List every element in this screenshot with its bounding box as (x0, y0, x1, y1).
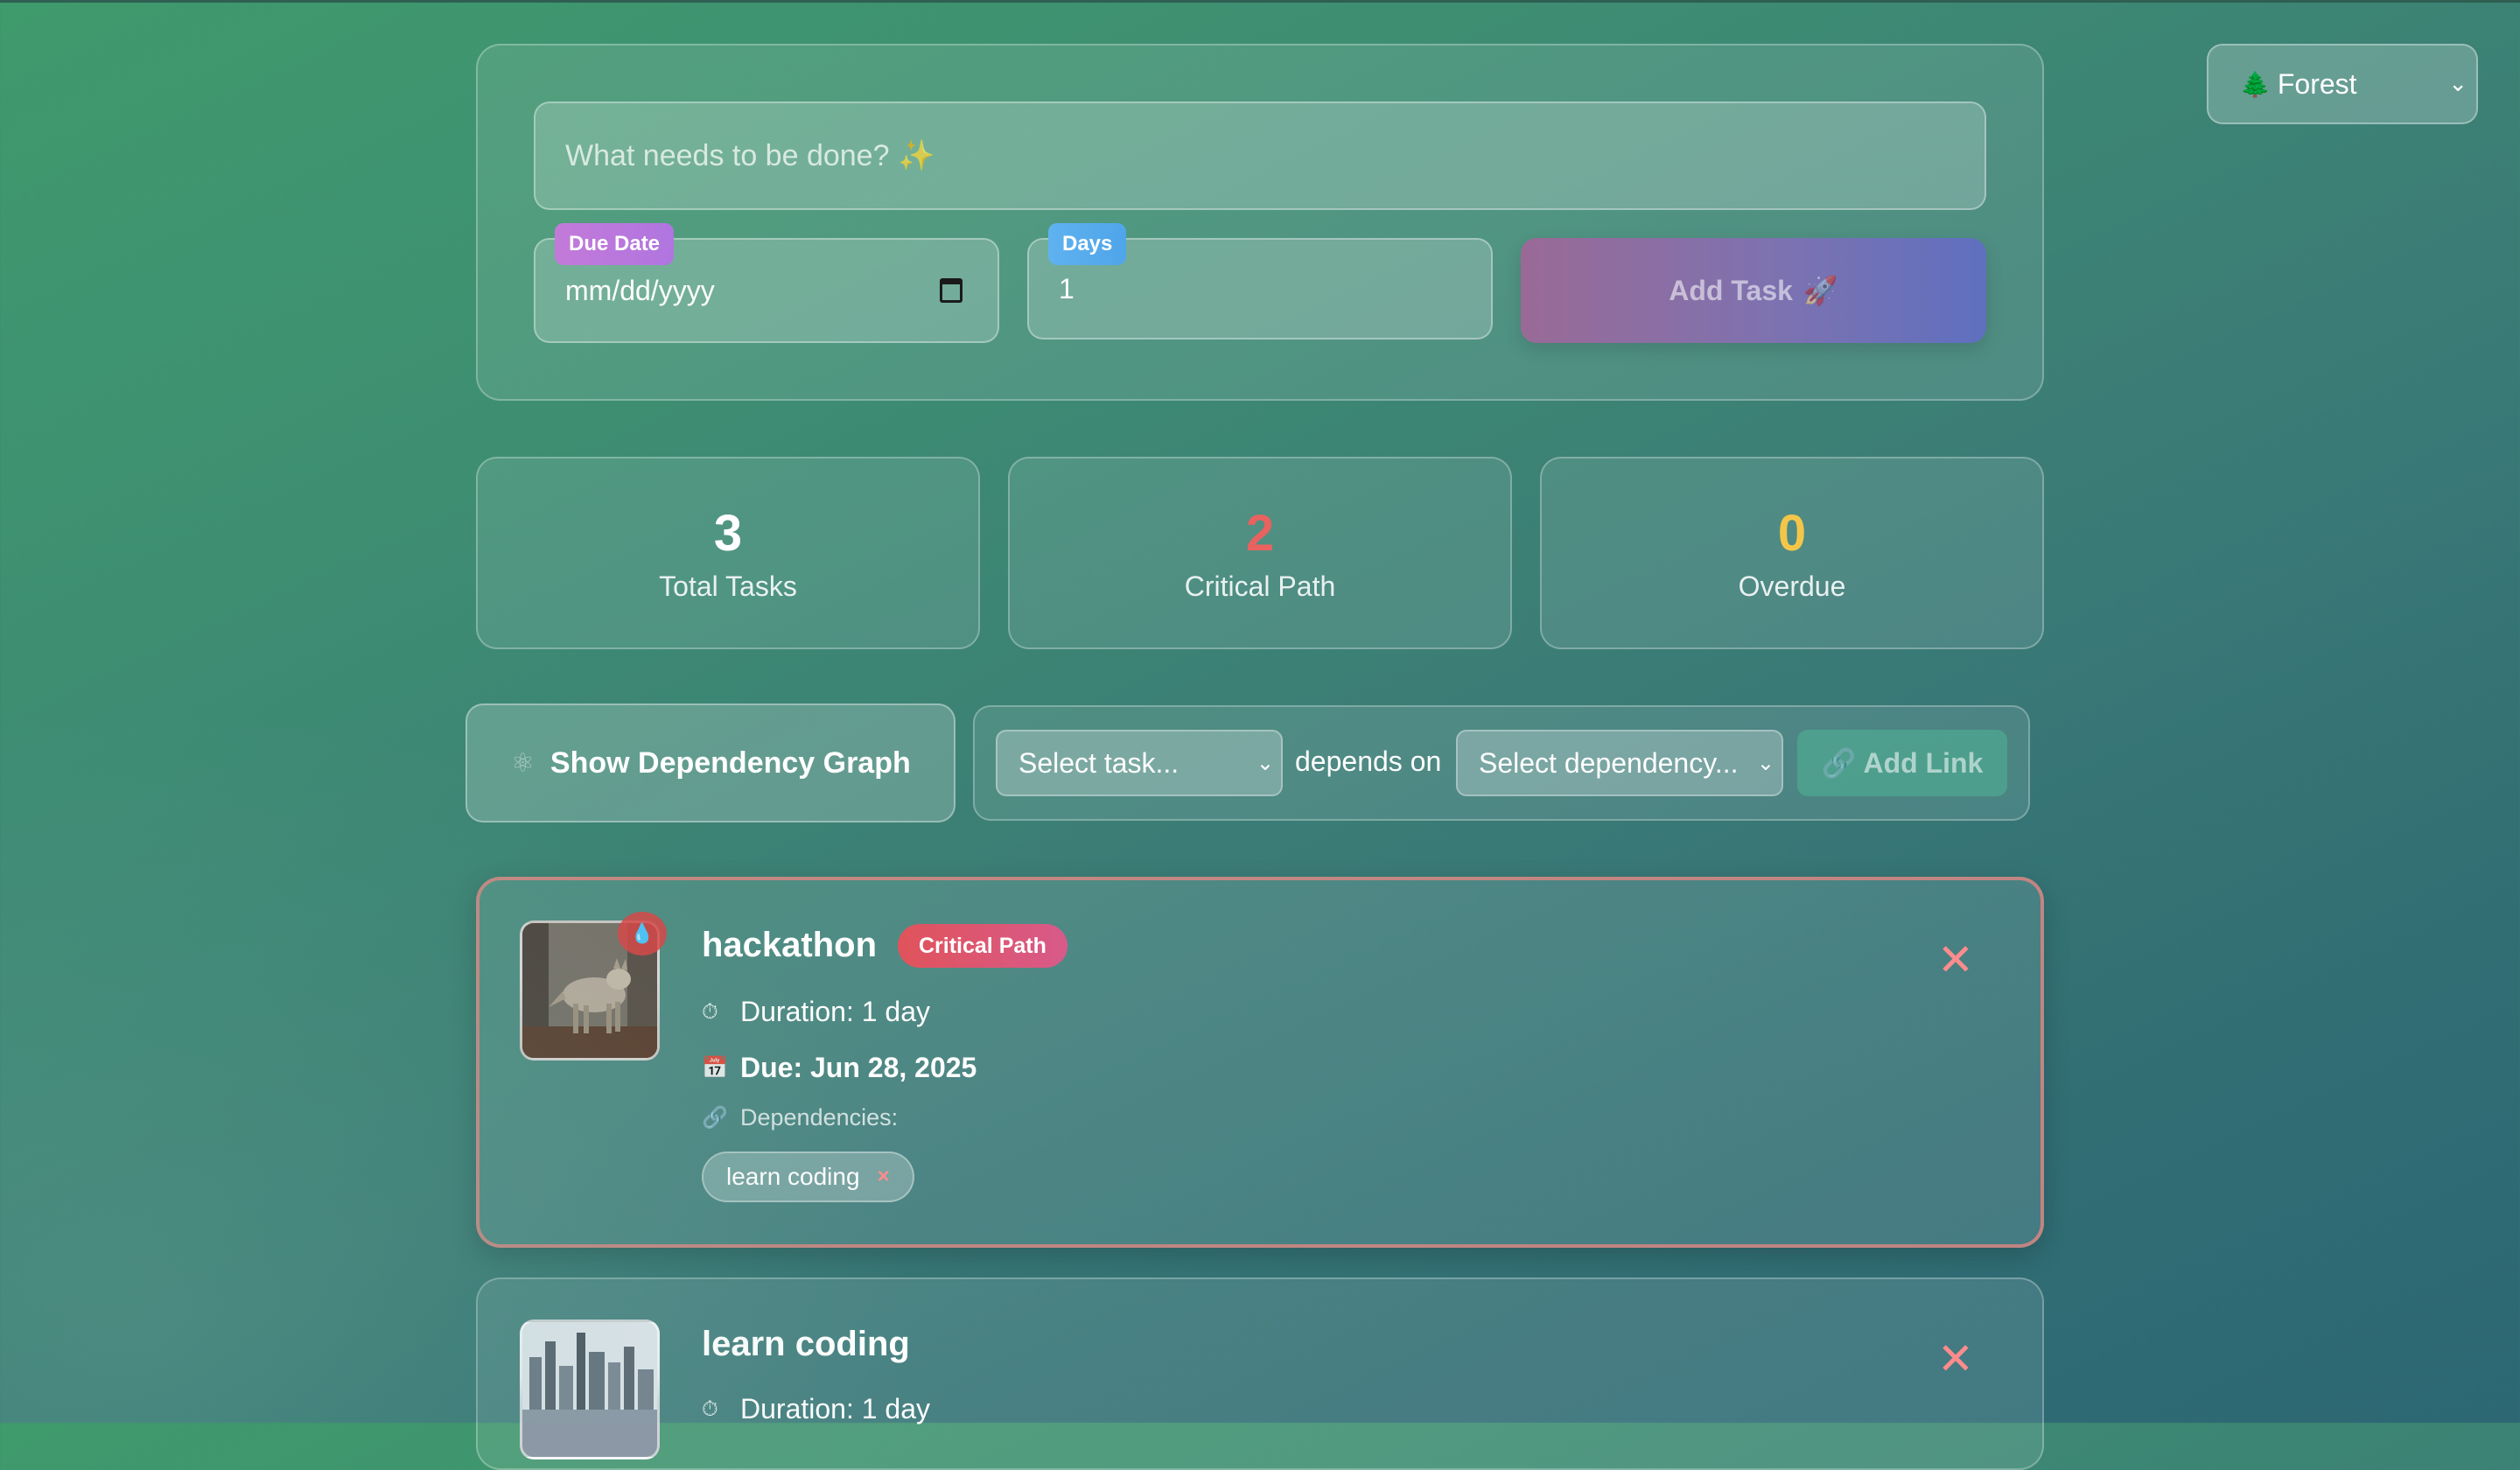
stat-label: Total Tasks (659, 570, 797, 602)
task-due-text: Due: Jun 28, 2025 (740, 1052, 977, 1083)
task-due-date: 📅 Due: Jun 28, 2025 (702, 1052, 976, 1084)
chevron-down-icon: ⌄ (1756, 752, 1774, 775)
task-title-input[interactable]: What needs to be done? ✨ (534, 102, 1986, 210)
show-dependency-graph-label: Show Dependency Graph (550, 746, 911, 780)
due-date-placeholder: mm/dd/yyyy (565, 274, 715, 306)
dependencies-label-text: Dependencies: (740, 1104, 899, 1130)
add-link-button[interactable]: 🔗 Add Link (1797, 730, 2007, 796)
due-date-label: Due Date (555, 223, 675, 265)
add-task-button[interactable]: Add Task 🚀 (1521, 238, 1986, 343)
stat-overdue: 0 Overdue (1540, 457, 2044, 649)
dependency-select-value: Select dependency... (1479, 746, 1739, 779)
link-icon: 🔗 (1821, 747, 1857, 779)
stat-label: Overdue (1738, 570, 1846, 602)
task-title: hackathon (702, 926, 878, 964)
delete-task-button[interactable]: ✕ (1937, 938, 1974, 982)
add-link-label: Add Link (1863, 746, 1984, 779)
task-dependencies-label: 🔗 Dependencies: (702, 1104, 898, 1131)
stat-label: Critical Path (1184, 570, 1336, 602)
task-select[interactable]: Select task... ⌄ (996, 730, 1283, 796)
stat-total-tasks: 3 Total Tasks (476, 457, 980, 649)
critical-path-badge: Critical Path (898, 924, 1068, 968)
delete-task-button[interactable]: ✕ (1937, 1337, 1974, 1381)
atom-icon: ⚛ (511, 748, 535, 778)
task-image-city (520, 1320, 660, 1460)
show-dependency-graph-button[interactable]: ⚛ Show Dependency Graph (466, 704, 956, 822)
stat-value: 2 (1245, 505, 1275, 562)
calendar-icon[interactable] (940, 278, 962, 303)
add-task-form (476, 44, 2044, 401)
add-task-label: Add Task (1669, 274, 1793, 306)
theme-select-value: Forest (2277, 67, 2357, 100)
dependency-select[interactable]: Select dependency... ⌄ (1456, 730, 1783, 796)
stat-value: 3 (713, 505, 743, 562)
stat-critical-path: 2 Critical Path (1008, 457, 1512, 649)
chevron-down-icon: ⌄ (2448, 70, 2468, 96)
theme-select[interactable]: 🌲 Forest ⌄ (2207, 44, 2478, 124)
days-label: Days (1048, 223, 1127, 265)
critical-indicator-icon: 💧 (618, 912, 667, 956)
remove-dependency-button[interactable]: × (878, 1165, 890, 1189)
rocket-icon: 🚀 (1802, 275, 1838, 306)
task-title: learn coding (702, 1325, 910, 1363)
days-value: 1 (1059, 272, 1074, 304)
dependency-chip-label: learn coding (726, 1163, 860, 1190)
link-icon: 🔗 (702, 1106, 728, 1130)
task-duration: ⏱ Duration: 1 day (702, 996, 930, 1028)
chevron-down-icon: ⌄ (1256, 752, 1274, 775)
stopwatch-icon: ⏱ (702, 999, 718, 1024)
task-select-value: Select task... (1018, 746, 1180, 779)
tree-icon: 🌲 (2240, 70, 2271, 98)
task-title-placeholder: What needs to be done? ✨ (565, 139, 935, 172)
window-top-border (0, 0, 2520, 3)
dependency-chip: learn coding × (702, 1152, 914, 1202)
stopwatch-icon: ⏱ (702, 1396, 718, 1421)
task-duration-text: Duration: 1 day (740, 1393, 931, 1424)
task-card-learn-coding (476, 1278, 2044, 1470)
depends-on-text: depends on (1295, 746, 1442, 777)
calendar-icon: 📅 (702, 1056, 728, 1080)
stat-value: 0 (1777, 505, 1807, 562)
task-duration: ⏱ Duration: 1 day (702, 1393, 930, 1425)
task-duration-text: Duration: 1 day (740, 996, 931, 1027)
